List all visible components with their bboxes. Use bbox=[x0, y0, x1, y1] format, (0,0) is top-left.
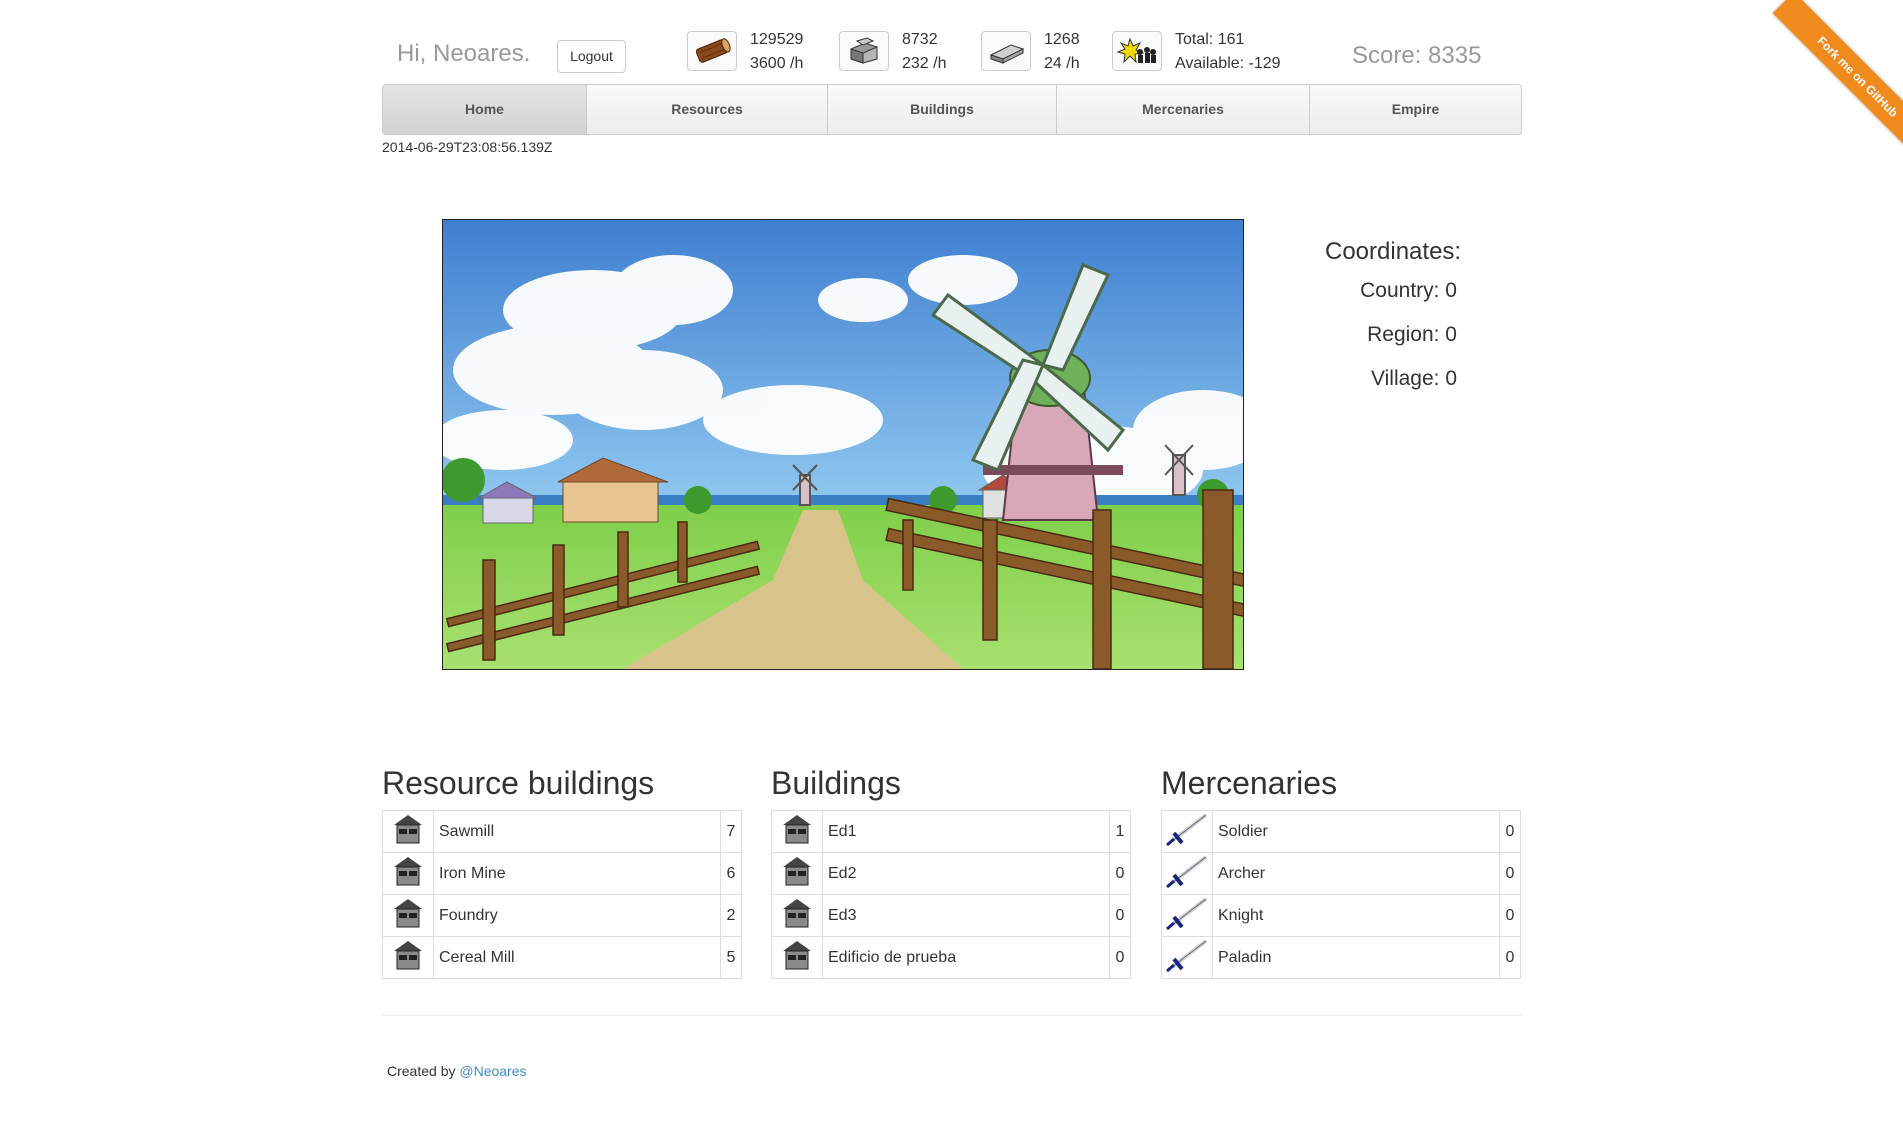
table-row: Edificio de prueba 0 bbox=[771, 936, 1131, 979]
table-row: Iron Mine 6 bbox=[382, 852, 742, 895]
building-name: Iron Mine bbox=[433, 852, 721, 895]
buildings-table: Ed1 1 Ed2 0 Ed3 0 Edificio de prueba 0 bbox=[771, 810, 1131, 979]
table-row: Paladin 0 bbox=[1161, 936, 1521, 979]
building-icon bbox=[771, 894, 823, 937]
building-count: 0 bbox=[1109, 936, 1131, 979]
stone-block-icon bbox=[839, 31, 889, 71]
building-icon bbox=[382, 894, 434, 937]
village-landscape-image bbox=[442, 219, 1244, 670]
fork-on-github-link[interactable]: Fork me on GitHub bbox=[1772, 0, 1903, 149]
table-row: Sawmill 7 bbox=[382, 810, 742, 853]
wood-log-icon bbox=[687, 31, 737, 71]
building-count: 0 bbox=[1109, 894, 1131, 937]
sword-icon bbox=[1161, 936, 1213, 979]
iron-ingot-icon bbox=[981, 31, 1031, 71]
mercenary-count: 0 bbox=[1499, 936, 1521, 979]
coordinate-country: Country: 0 bbox=[1360, 279, 1457, 302]
population-resource: Total: 161 Available: -129 bbox=[1112, 31, 1292, 75]
mercenaries-table: Soldier 0 Archer 0 Knight 0 Paladin 0 bbox=[1161, 810, 1521, 979]
tab-resources[interactable]: Resources bbox=[587, 85, 828, 134]
tab-empire[interactable]: Empire bbox=[1310, 85, 1521, 134]
logout-button[interactable]: Logout bbox=[557, 40, 626, 73]
stone-rate: 232 /h bbox=[902, 55, 947, 72]
table-row: Cereal Mill 5 bbox=[382, 936, 742, 979]
building-name: Edificio de prueba bbox=[822, 936, 1110, 979]
mercenary-name: Knight bbox=[1212, 894, 1500, 937]
building-icon bbox=[771, 810, 823, 853]
footer-credit: Created by @Neoares bbox=[387, 1063, 527, 1079]
resource-buildings-table: Sawmill 7 Iron Mine 6 Foundry 2 Cereal M… bbox=[382, 810, 742, 979]
building-count: 0 bbox=[1109, 852, 1131, 895]
mercenary-count: 0 bbox=[1499, 852, 1521, 895]
building-icon bbox=[382, 936, 434, 979]
building-count: 2 bbox=[720, 894, 742, 937]
score-text: Score: 8335 bbox=[1352, 42, 1482, 69]
table-row: Ed3 0 bbox=[771, 894, 1131, 937]
building-name: Ed2 bbox=[822, 852, 1110, 895]
population-icon bbox=[1112, 31, 1162, 71]
table-row: Soldier 0 bbox=[1161, 810, 1521, 853]
coordinate-village: Village: 0 bbox=[1370, 367, 1457, 390]
building-icon bbox=[771, 852, 823, 895]
table-row: Ed1 1 bbox=[771, 810, 1131, 853]
table-row: Knight 0 bbox=[1161, 894, 1521, 937]
mercenaries-title: Mercenaries bbox=[1161, 765, 1338, 801]
greeting-text: Hi, Neoares. bbox=[397, 40, 531, 67]
sword-icon bbox=[1161, 894, 1213, 937]
iron-rate: 24 /h bbox=[1044, 55, 1080, 72]
coordinates-title: Coordinates: bbox=[1325, 238, 1462, 265]
resource-buildings-title: Resource buildings bbox=[382, 765, 655, 801]
building-name: Foundry bbox=[433, 894, 721, 937]
server-timestamp: 2014-06-29T23:08:56.139Z bbox=[382, 139, 553, 155]
mercenary-count: 0 bbox=[1499, 894, 1521, 937]
iron-amount: 1268 bbox=[1044, 31, 1080, 48]
mercenary-name: Soldier bbox=[1212, 810, 1500, 853]
iron-resource: 1268 24 /h bbox=[981, 31, 1101, 75]
table-row: Archer 0 bbox=[1161, 852, 1521, 895]
building-count: 5 bbox=[720, 936, 742, 979]
building-count: 1 bbox=[1109, 810, 1131, 853]
stone-amount: 8732 bbox=[902, 31, 938, 48]
building-name: Ed1 bbox=[822, 810, 1110, 853]
building-name: Ed3 bbox=[822, 894, 1110, 937]
building-icon bbox=[382, 810, 434, 853]
tab-mercenaries[interactable]: Mercenaries bbox=[1057, 85, 1310, 134]
main-nav: Home Resources Buildings Mercenaries Emp… bbox=[382, 84, 1522, 135]
footer-divider bbox=[382, 1015, 1522, 1016]
population-total: Total: 161 bbox=[1175, 31, 1245, 48]
tab-buildings[interactable]: Buildings bbox=[828, 85, 1057, 134]
footer-prefix: Created by bbox=[387, 1063, 460, 1079]
mercenary-name: Archer bbox=[1212, 852, 1500, 895]
building-count: 6 bbox=[720, 852, 742, 895]
table-row: Ed2 0 bbox=[771, 852, 1131, 895]
buildings-title: Buildings bbox=[771, 765, 901, 801]
tab-home[interactable]: Home bbox=[383, 85, 587, 134]
wood-rate: 3600 /h bbox=[750, 55, 804, 72]
building-name: Cereal Mill bbox=[433, 936, 721, 979]
mercenary-count: 0 bbox=[1499, 810, 1521, 853]
github-ribbon: Fork me on GitHub bbox=[1754, 0, 1903, 149]
table-row: Foundry 2 bbox=[382, 894, 742, 937]
sword-icon bbox=[1161, 852, 1213, 895]
sword-icon bbox=[1161, 810, 1213, 853]
mercenary-name: Paladin bbox=[1212, 936, 1500, 979]
coordinate-region: Region: 0 bbox=[1367, 323, 1457, 346]
stone-resource: 8732 232 /h bbox=[839, 31, 959, 75]
author-link[interactable]: @Neoares bbox=[459, 1063, 526, 1079]
population-available: Available: -129 bbox=[1175, 55, 1281, 72]
building-count: 7 bbox=[720, 810, 742, 853]
building-icon bbox=[382, 852, 434, 895]
wood-amount: 129529 bbox=[750, 31, 804, 48]
building-icon bbox=[771, 936, 823, 979]
building-name: Sawmill bbox=[433, 810, 721, 853]
wood-resource: 129529 3600 /h bbox=[687, 31, 807, 75]
